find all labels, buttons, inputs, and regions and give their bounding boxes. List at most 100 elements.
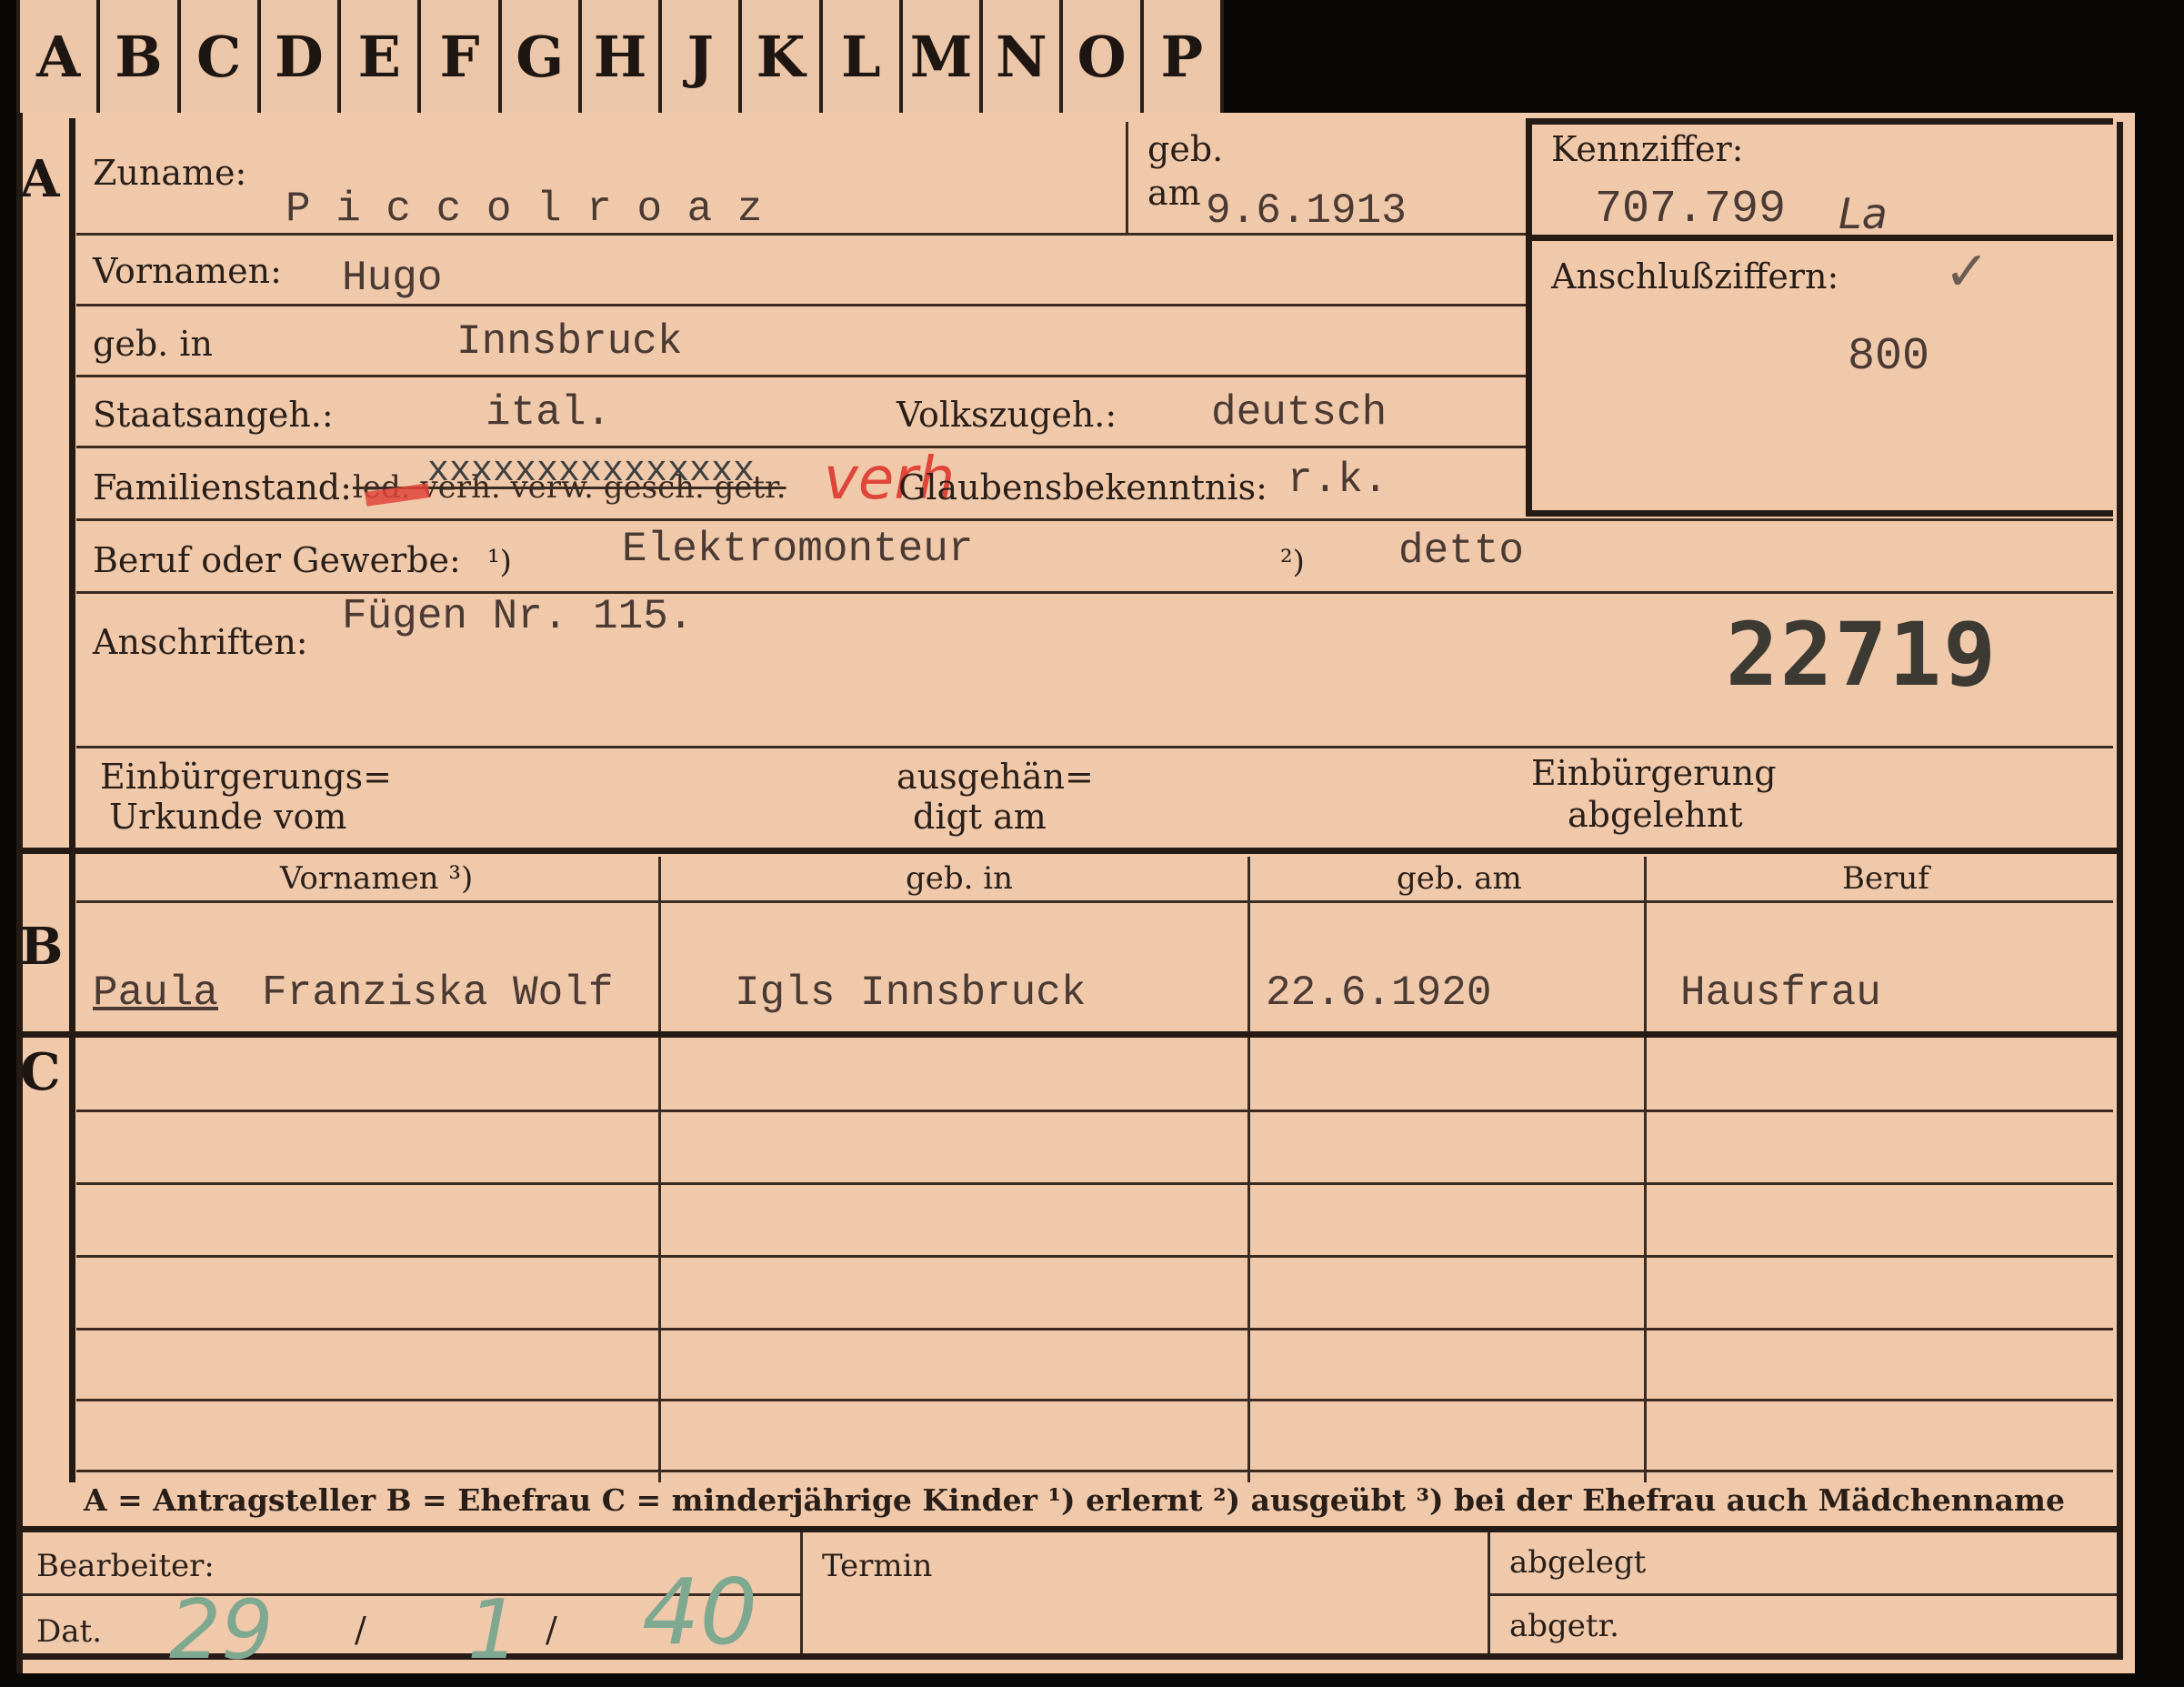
- tab-k[interactable]: K: [742, 0, 823, 113]
- abgelegt-label: abgelegt: [1509, 1544, 1647, 1581]
- staatsangeh-value: ital.: [486, 389, 612, 437]
- section-divider-vertical: [69, 118, 75, 859]
- check-mark: ✓: [1944, 240, 1990, 304]
- beruf-footnote-1: ¹): [487, 544, 512, 580]
- anschriften-label: Anschriften:: [93, 622, 308, 662]
- c-row-line-1: [76, 1110, 2113, 1112]
- row-line-7: [76, 746, 2113, 748]
- staatsangeh-label: Staatsangeh.:: [93, 395, 334, 435]
- vornamen-label: Vornamen:: [93, 251, 282, 291]
- footer-row-line-right: [1488, 1593, 2120, 1596]
- c-row-line-3: [76, 1255, 2113, 1258]
- ehefrau-beruf: Hausfrau: [1680, 969, 1881, 1017]
- ehefrau-geb-am: 22.6.1920: [1266, 969, 1492, 1017]
- familienstand-label: Familienstand:: [93, 467, 352, 507]
- einbuergerungsurkunde-label-1: Einbürgerungs=: [100, 757, 392, 797]
- left-border: [16, 113, 23, 1673]
- col-header-beruf: Beruf: [1842, 860, 1929, 897]
- footer-divider-1: [800, 1532, 803, 1660]
- c-row-line-4: [76, 1328, 2113, 1331]
- beruf-ausgeuebt-value: detto: [1398, 527, 1525, 575]
- ehefrau-vornamen-rest: Franziska Wolf: [262, 969, 614, 1017]
- tab-a[interactable]: A: [16, 0, 101, 113]
- anschlussziffern-value: 800: [1848, 331, 1930, 383]
- row-line-3: [76, 375, 1526, 377]
- kennziffer-divider: [1531, 235, 2113, 241]
- vornamen-value: Hugo: [342, 255, 443, 302]
- kennziffer-suffix: La: [1838, 189, 1888, 238]
- col-header-geb-am: geb. am: [1397, 860, 1522, 897]
- geb-am-label-1: geb.: [1147, 129, 1224, 169]
- dat-month: 1: [467, 1582, 520, 1678]
- ausgehaendigt-label-1: ausgehän=: [897, 757, 1094, 797]
- anschriften-value: Fügen Nr. 115.: [342, 593, 694, 640]
- beruf-label: Beruf oder Gewerbe:: [93, 540, 461, 580]
- glaubensbekenntnis-label: Glaubensbekenntnis:: [898, 467, 1267, 507]
- kennziffer-label: Kennziffer:: [1551, 129, 1744, 169]
- footer-right-border: [2117, 1482, 2123, 1660]
- registration-card: A Kennziffer: 707.799 La Anschlußziffern…: [16, 113, 2135, 1673]
- section-a-label: A: [20, 149, 60, 209]
- dat-sep-2: /: [546, 1610, 557, 1650]
- section-a-bottom: [16, 848, 2122, 854]
- volkszugeh-value: deutsch: [1211, 389, 1388, 437]
- tab-d[interactable]: D: [261, 0, 342, 113]
- col-header-geb-in: geb. in: [906, 860, 1014, 897]
- row-line-2: [76, 304, 1526, 306]
- dat-day: 29: [169, 1582, 274, 1678]
- dat-year: 40: [642, 1559, 758, 1665]
- ausgehaendigt-label-2: digt am: [913, 797, 1047, 837]
- c-row-line-5: [76, 1399, 2113, 1401]
- right-border: [2117, 122, 2123, 1613]
- tab-m[interactable]: M: [903, 0, 984, 113]
- footer-divider-2: [1488, 1532, 1490, 1660]
- ehefrau-geb-in: Igls Innsbruck: [735, 969, 1087, 1017]
- tab-l[interactable]: L: [823, 0, 903, 113]
- beruf-erlernt-value: Elektromonteur: [622, 526, 974, 573]
- tab-h[interactable]: H: [582, 0, 663, 113]
- section-b-label: B: [20, 917, 64, 977]
- row-line-4: [76, 446, 1526, 448]
- tab-c[interactable]: C: [181, 0, 261, 113]
- tab-e[interactable]: E: [341, 0, 422, 113]
- ehefrau-vornamen-first: Paula: [93, 969, 219, 1017]
- glaubensbekenntnis-value: r.k.: [1287, 457, 1388, 504]
- section-c-label: C: [20, 1042, 61, 1102]
- alphabet-tabs: A B C D E F G H J K L M N O P: [16, 0, 1224, 119]
- stamped-number: 22719: [1726, 604, 1998, 706]
- row-line-5: [76, 518, 2113, 521]
- legend-text: A = Antragsteller B = Ehefrau C = minder…: [84, 1482, 2065, 1518]
- tab-j[interactable]: J: [662, 0, 743, 113]
- beruf-footnote-2: ²): [1280, 544, 1305, 580]
- zuname-label: Zuname:: [93, 153, 247, 193]
- familienstand-crossout: xxxxxxxxxxxxxxx: [427, 451, 756, 492]
- col-header-line: [76, 900, 2113, 903]
- dat-label: Dat.: [36, 1613, 103, 1650]
- legend-bottom: [16, 1526, 2122, 1532]
- footer-area: [16, 1532, 2122, 1660]
- tab-b[interactable]: B: [100, 0, 181, 113]
- dat-sep-1: /: [355, 1610, 366, 1650]
- geb-in-value: Innsbruck: [456, 318, 683, 366]
- section-b-bottom: [16, 1031, 2122, 1038]
- footer-left-border: [16, 1482, 23, 1660]
- footer-bottom: [16, 1653, 2122, 1660]
- einbuergerung-abgelehnt-label-2: abgelehnt: [1568, 795, 1743, 835]
- c-row-line-2: [76, 1182, 2113, 1185]
- kennziffer-box: [1526, 118, 2113, 517]
- einbuergerung-abgelehnt-label-1: Einbürgerung: [1531, 753, 1777, 793]
- tab-g[interactable]: G: [502, 0, 582, 113]
- anschlussziffern-label: Anschlußziffern:: [1551, 256, 1839, 296]
- geb-in-label: geb. in: [93, 324, 213, 364]
- geb-am-divider: [1126, 122, 1128, 233]
- tab-p[interactable]: P: [1144, 0, 1224, 113]
- einbuergerungsurkunde-label-2: Urkunde vom: [109, 797, 347, 837]
- kennziffer-value: 707.799: [1595, 184, 1787, 236]
- volkszugeh-label: Volkszugeh.:: [897, 395, 1117, 435]
- geb-am-label-2: am: [1147, 173, 1201, 213]
- tab-o[interactable]: O: [1063, 0, 1144, 113]
- tab-n[interactable]: N: [983, 0, 1064, 113]
- col-header-vornamen: Vornamen ³): [280, 860, 474, 897]
- tab-f[interactable]: F: [421, 0, 502, 113]
- abgetr-label: abgetr.: [1509, 1608, 1619, 1644]
